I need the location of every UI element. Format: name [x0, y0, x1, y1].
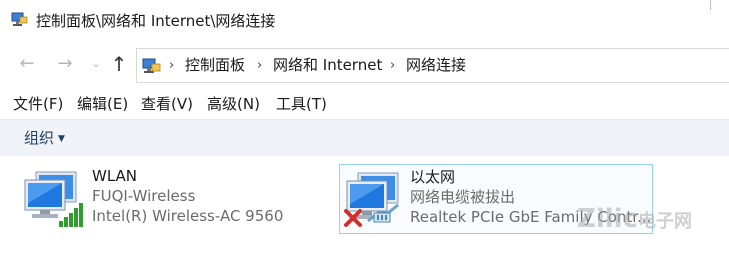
adapter-name: WLAN — [92, 167, 138, 185]
address-bar[interactable]: › 控制面板 › 网络和 Internet › 网络连接 — [136, 48, 729, 83]
adapter-wlan[interactable]: WLAN FUQI-Wireless Intel(R) Wireless-AC … — [18, 164, 318, 234]
navigation-row: ← → ⌄ ↑ › 控制面板 › 网络和 Internet › 网络连接 — [0, 44, 729, 86]
menu-file[interactable]: 文件(F) — [13, 94, 63, 114]
watermark-suffix: 电子网 — [638, 211, 693, 232]
breadcrumb-separator[interactable]: › — [169, 49, 174, 82]
control-panel-icon — [142, 58, 161, 73]
menu-tools[interactable]: 工具(T) — [276, 94, 327, 114]
title-bar: 控制面板\网络和 Internet\网络连接 — [0, 0, 729, 44]
organize-button[interactable]: 组织 ▼ — [24, 128, 65, 151]
up-button[interactable]: ↑ — [108, 53, 130, 75]
adapter-details: WLAN FUQI-Wireless Intel(R) Wireless-AC … — [92, 166, 283, 226]
menu-bar: 文件(F) 编辑(E) 查看(V) 高级(N) 工具(T) — [0, 90, 729, 118]
title-bar-edge — [710, 0, 729, 10]
menu-edit[interactable]: 编辑(E) — [77, 94, 128, 114]
back-button[interactable]: ← — [16, 53, 38, 75]
breadcrumb-network-and-internet[interactable]: 网络和 Internet — [273, 49, 382, 82]
adapter-name: 以太网 — [410, 168, 456, 186]
organize-label: 组织 — [24, 129, 55, 147]
ethernet-cable-icon — [367, 203, 399, 223]
wifi-signal-icon — [59, 203, 83, 227]
watermark-text: Zilic — [577, 204, 639, 234]
breadcrumb-separator[interactable]: › — [390, 49, 395, 82]
window-title: 控制面板\网络和 Internet\网络连接 — [36, 12, 276, 30]
recent-locations-dropdown[interactable]: ⌄ — [85, 53, 107, 75]
adapter-status: FUQI-Wireless — [92, 187, 196, 205]
breadcrumb-control-panel[interactable]: 控制面板 — [185, 49, 245, 82]
adapter-device: Intel(R) Wireless-AC 9560 — [92, 207, 284, 225]
command-bar: 组织 ▼ — [0, 119, 729, 157]
menu-advanced[interactable]: 高级(N) — [207, 94, 260, 114]
breadcrumb-separator[interactable]: › — [257, 49, 262, 82]
disconnected-x-icon — [344, 209, 362, 227]
dropdown-arrow-icon: ▼ — [58, 134, 65, 144]
network-connections-icon — [11, 12, 28, 26]
menu-view[interactable]: 查看(V) — [141, 94, 193, 114]
breadcrumb-network-connections[interactable]: 网络连接 — [406, 49, 466, 82]
forward-button[interactable]: → — [54, 53, 76, 75]
watermark: Zilic电子网 — [577, 204, 692, 234]
